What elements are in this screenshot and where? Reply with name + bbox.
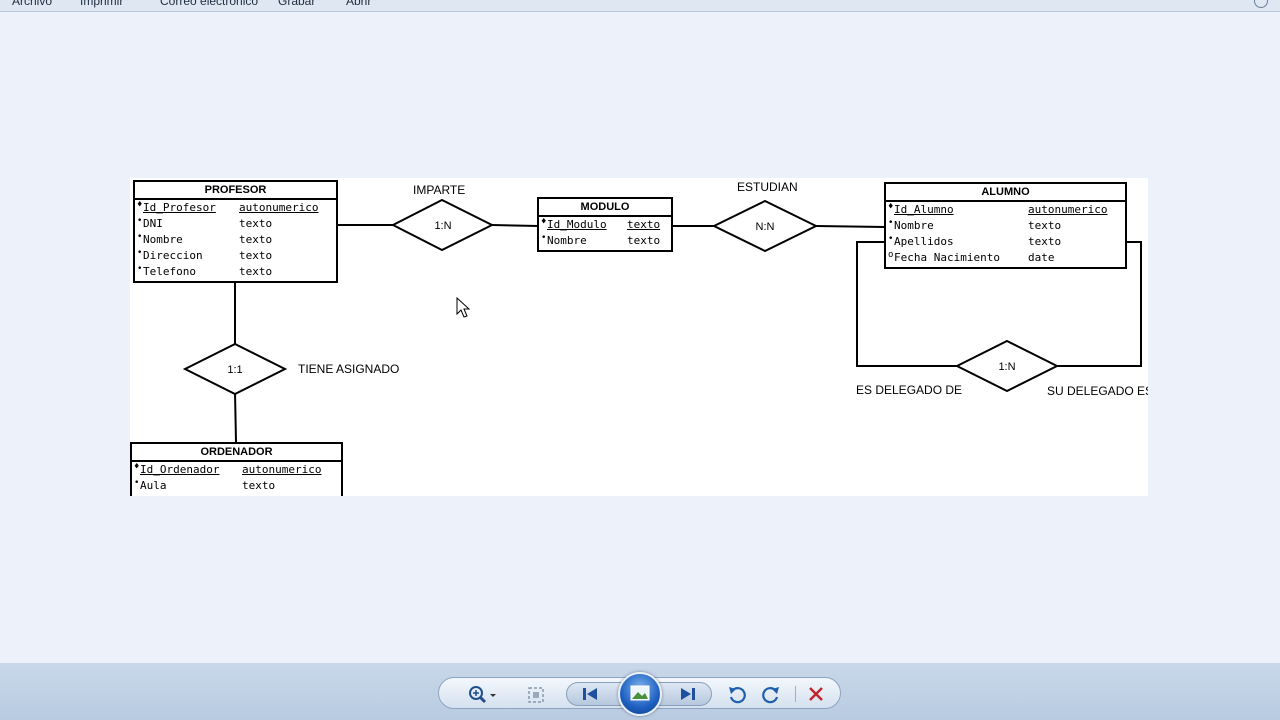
- attribute-type: texto: [239, 217, 273, 230]
- attribute-row: • Nombre texto: [135, 232, 336, 248]
- cardinality-estudian: N:N: [755, 221, 775, 233]
- toolbar-separator: [795, 686, 796, 702]
- attribute-name: Id_Alumno: [894, 203, 954, 216]
- connector-line: [491, 224, 539, 227]
- attribute-type: texto: [239, 233, 273, 246]
- attribute-marker: •: [541, 233, 547, 243]
- key-marker: ♦: [134, 462, 140, 472]
- attribute-row: • Direccion texto: [135, 248, 336, 264]
- attribute-name: Nombre: [143, 233, 183, 246]
- menu-item-correo[interactable]: Correo electrónico: [160, 0, 258, 8]
- entity-title: PROFESOR: [135, 182, 336, 200]
- attribute-marker: •: [134, 478, 140, 488]
- attribute-name: Direccion: [143, 249, 203, 262]
- fit-window-icon[interactable]: [526, 685, 546, 705]
- attribute-marker: •: [137, 216, 143, 226]
- diagram-image: PROFESOR ♦ Id_Profesor autonumerico • DN…: [130, 178, 1148, 496]
- key-marker: ♦: [541, 217, 547, 227]
- attribute-type: texto: [627, 234, 661, 247]
- attribute-marker: •: [137, 248, 143, 258]
- attribute-name: Telefono: [143, 265, 196, 278]
- attribute-name: Id_Ordenador: [140, 463, 220, 476]
- attribute-row: o Fecha Nacimiento date: [886, 250, 1125, 266]
- entity-title: ALUMNO: [886, 184, 1125, 202]
- relationship-label-imparte: IMPARTE: [413, 183, 466, 197]
- entity-title: ORDENADOR: [132, 444, 341, 462]
- previous-icon[interactable]: [581, 686, 601, 702]
- rotate-left-icon[interactable]: [727, 684, 747, 704]
- menu-bar: Archivo Imprimir Correo electrónico Grab…: [0, 0, 1280, 12]
- entity-title: MODULO: [539, 199, 671, 217]
- attribute-name: Apellidos: [894, 235, 954, 248]
- connector-line: [815, 225, 886, 228]
- menu-item-grabar[interactable]: Grabar: [278, 0, 315, 8]
- attribute-marker: •: [888, 234, 894, 244]
- attribute-marker: •: [137, 264, 143, 274]
- entity-alumno: ALUMNO ♦ Id_Alumno autonumerico • Nombre…: [884, 182, 1127, 269]
- attribute-type: texto: [239, 265, 273, 278]
- attribute-row: ♦ Id_Alumno autonumerico: [886, 202, 1125, 218]
- attribute-row: • Aula texto: [132, 478, 341, 494]
- rotate-right-icon[interactable]: [761, 684, 781, 704]
- slideshow-button[interactable]: [618, 672, 662, 716]
- cardinality-imparte: 1:N: [434, 220, 452, 232]
- delete-icon[interactable]: [807, 685, 825, 703]
- attribute-marker: •: [888, 218, 894, 228]
- next-icon[interactable]: [678, 686, 698, 702]
- entity-profesor: PROFESOR ♦ Id_Profesor autonumerico • DN…: [133, 180, 338, 283]
- entity-ordenador: ORDENADOR ♦ Id_Ordenador autonumerico • …: [130, 442, 343, 496]
- attribute-row: ♦ Id_Ordenador autonumerico: [132, 462, 341, 478]
- slideshow-icon: [630, 685, 650, 701]
- attribute-name: Fecha Nacimiento: [894, 251, 1000, 264]
- attribute-name: Id_Modulo: [547, 218, 607, 231]
- menu-item-archivo[interactable]: Archivo: [12, 0, 52, 8]
- attribute-name: DNI: [143, 217, 163, 230]
- role-label-es-delegado-de: ES DELEGADO DE: [856, 383, 963, 397]
- role-label-su-delegado-es: SU DELEGADO ES: [1047, 384, 1148, 398]
- key-marker: ♦: [137, 200, 143, 210]
- attribute-row: • Apellidos texto: [886, 234, 1125, 250]
- menu-item-abrir[interactable]: Abrir: [346, 0, 371, 8]
- attribute-name: Aula: [140, 479, 167, 492]
- attribute-name: Nombre: [894, 219, 934, 232]
- key-marker: ♦: [888, 202, 894, 212]
- attribute-marker: •: [137, 232, 143, 242]
- attribute-type: texto: [242, 479, 276, 492]
- attribute-type: date: [1028, 251, 1055, 264]
- attribute-type: autonumerico: [1028, 203, 1108, 216]
- menu-item-imprimir[interactable]: Imprimir: [80, 0, 123, 8]
- attribute-row: • DNI texto: [135, 216, 336, 232]
- cardinality-delegado: 1:N: [998, 361, 1016, 373]
- mouse-cursor-icon: [456, 297, 470, 318]
- connector-line: [234, 391, 237, 443]
- attribute-type: texto: [1028, 219, 1062, 232]
- attribute-type: texto: [1028, 235, 1062, 248]
- attribute-marker: o: [888, 250, 894, 260]
- zoom-icon[interactable]: [466, 684, 498, 706]
- attribute-row: • Telefono texto: [135, 264, 336, 280]
- relationship-label-tiene-asignado: TIENE ASIGNADO: [298, 362, 400, 376]
- attribute-type: texto: [239, 249, 273, 262]
- attribute-type: autonumerico: [242, 463, 322, 476]
- attribute-row: ♦ Id_Modulo texto: [539, 217, 671, 233]
- attribute-row: ♦ Id_Profesor autonumerico: [135, 200, 336, 216]
- attribute-row: • Nombre texto: [886, 218, 1125, 234]
- attribute-type: texto: [627, 218, 661, 231]
- entity-modulo: MODULO ♦ Id_Modulo texto • Nombre texto: [537, 197, 673, 252]
- attribute-type: autonumerico: [239, 201, 319, 214]
- attribute-name: Nombre: [547, 234, 587, 247]
- attribute-row: • Nombre texto: [539, 233, 671, 249]
- attribute-name: Id_Profesor: [143, 201, 216, 214]
- cardinality-tiene-asignado: 1:1: [227, 364, 243, 376]
- relationship-label-estudian: ESTUDIAN: [737, 180, 798, 194]
- help-icon[interactable]: [1254, 0, 1268, 8]
